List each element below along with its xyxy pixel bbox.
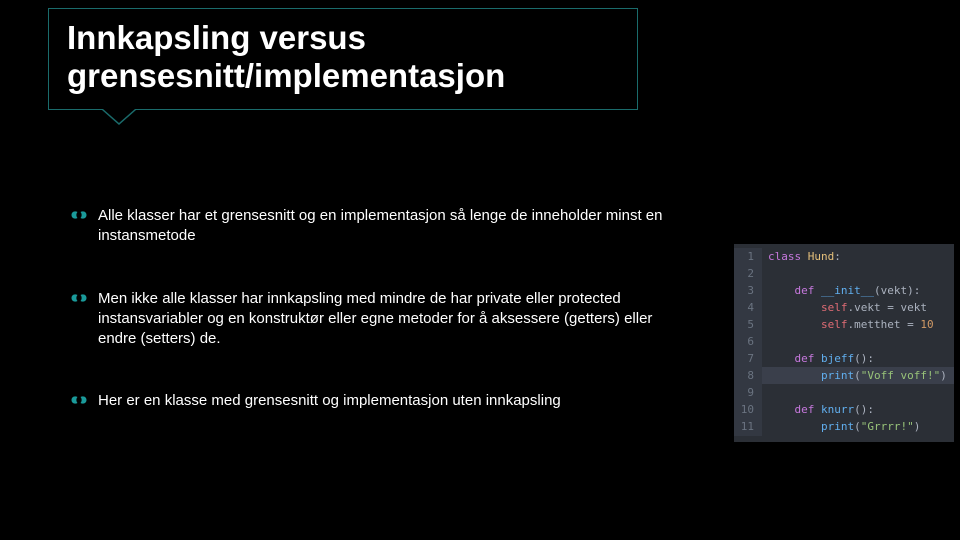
line-number: 9: [734, 384, 762, 401]
list-item-text: Alle klasser har et grensesnitt og en im…: [98, 207, 663, 244]
code-text: [762, 265, 768, 282]
code-text: print("Grrrr!"): [762, 418, 920, 435]
line-number: 3: [734, 282, 762, 299]
bullet-icon: [70, 208, 88, 222]
code-line: 4 self.vekt = vekt: [734, 299, 954, 316]
slide-title: Innkapsling versus grensesnitt/implement…: [67, 19, 619, 95]
code-text: self.metthet = 10: [762, 316, 934, 333]
bullet-icon: [70, 393, 88, 407]
code-line: 2: [734, 265, 954, 282]
code-line: 6: [734, 333, 954, 350]
list-item: Men ikke alle klasser har innkapsling me…: [70, 289, 680, 350]
line-number: 7: [734, 350, 762, 367]
code-text: [762, 384, 768, 401]
code-text: self.vekt = vekt: [762, 299, 927, 316]
line-number: 2: [734, 265, 762, 282]
code-snippet: 1class Hund:23 def __init__(vekt):4 self…: [734, 244, 954, 442]
line-number: 4: [734, 299, 762, 316]
slide-title-box: Innkapsling versus grensesnitt/implement…: [48, 8, 638, 110]
code-text: def __init__(vekt):: [762, 282, 920, 299]
code-text: print("Voff voff!"): [762, 367, 947, 384]
code-text: def bjeff():: [762, 350, 874, 367]
list-item-text: Her er en klasse med grensesnitt og impl…: [98, 392, 561, 409]
list-item-text: Men ikke alle klasser har innkapsling me…: [98, 290, 652, 348]
code-text: [762, 333, 768, 350]
line-number: 10: [734, 401, 762, 418]
code-text: def knurr():: [762, 401, 874, 418]
line-number: 5: [734, 316, 762, 333]
line-number: 1: [734, 248, 762, 265]
line-number: 11: [734, 418, 762, 435]
code-line: 10 def knurr():: [734, 401, 954, 418]
code-text: class Hund:: [762, 248, 841, 265]
line-number: 6: [734, 333, 762, 350]
bullet-list: Alle klasser har et grensesnitt og en im…: [70, 206, 680, 454]
list-item: Alle klasser har et grensesnitt og en im…: [70, 206, 680, 247]
code-line: 1class Hund:: [734, 248, 954, 265]
line-number: 8: [734, 367, 762, 384]
code-line: 5 self.metthet = 10: [734, 316, 954, 333]
code-line: 8 print("Voff voff!"): [734, 367, 954, 384]
code-line: 3 def __init__(vekt):: [734, 282, 954, 299]
code-line: 7 def bjeff():: [734, 350, 954, 367]
list-item: Her er en klasse med grensesnitt og impl…: [70, 391, 680, 411]
code-line: 11 print("Grrrr!"): [734, 418, 954, 435]
bullet-icon: [70, 291, 88, 305]
code-line: 9: [734, 384, 954, 401]
